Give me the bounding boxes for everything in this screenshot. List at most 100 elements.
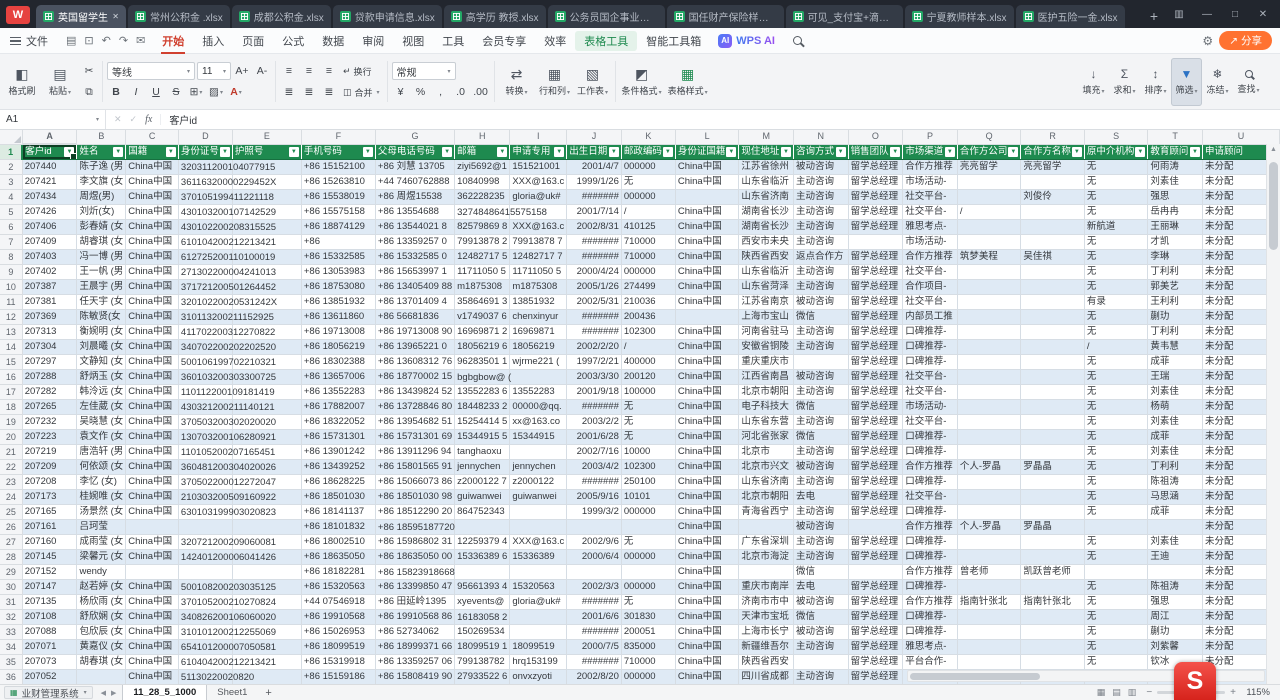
cell-K36[interactable]: 000000 (621, 670, 675, 685)
cell-O34[interactable]: 留学总经理 (848, 640, 903, 655)
cell-B36[interactable] (77, 670, 126, 685)
cell-E26[interactable] (232, 520, 301, 535)
cell-T20[interactable]: 成菲 (1148, 430, 1203, 445)
cell-G36[interactable]: +86 15808419 90 (375, 670, 454, 685)
cell-B4[interactable]: 周煜(男) (77, 190, 126, 205)
sort-button[interactable]: ↕ 排序▾ (1140, 58, 1171, 106)
cell-L23[interactable]: China中国 (675, 475, 739, 490)
cell-H35[interactable]: 799138782 (455, 655, 510, 670)
cell-Q13[interactable] (957, 325, 1021, 340)
row-header-2[interactable]: 2 (0, 160, 22, 175)
cell-C27[interactable]: China中国 (126, 535, 179, 550)
cell-R23[interactable] (1021, 475, 1085, 490)
cell-D20[interactable]: 130703200106280921 (178, 430, 232, 445)
cell-H3[interactable]: 10840998 (455, 175, 510, 190)
cell-C9[interactable]: China中国 (126, 265, 179, 280)
col-header-D[interactable]: D (178, 130, 232, 144)
cell-S11[interactable]: 有录 (1084, 295, 1148, 310)
cell-K6[interactable]: 410125 (621, 220, 675, 235)
cell-T21[interactable]: 刘素佳 (1148, 445, 1203, 460)
cell-B10[interactable]: 王晨宇 (男 (77, 280, 126, 295)
cell-H20[interactable]: 15344915 5 (455, 430, 510, 445)
cell-H15[interactable]: 96283501 1 (455, 355, 510, 370)
cell-K26[interactable] (621, 520, 675, 535)
cell-H29[interactable] (455, 565, 510, 580)
cell-D16[interactable]: 360103200303300725 (178, 370, 232, 385)
cell-F5[interactable]: +86 15575158 (301, 205, 375, 220)
cell-S30[interactable]: 无 (1084, 580, 1148, 595)
cell-T24[interactable]: 马思涵 (1148, 490, 1203, 505)
cell-F9[interactable]: +86 13053983 (301, 265, 375, 280)
cell-T25[interactable]: 成菲 (1148, 505, 1203, 520)
cell-N9[interactable]: 主动咨询 (794, 265, 849, 280)
cell-O30[interactable]: 留学总经理 (848, 580, 903, 595)
cell-N10[interactable]: 主动咨询 (794, 280, 849, 295)
cell-H22[interactable]: jennychen (455, 460, 510, 475)
row-header-20[interactable]: 20 (0, 430, 22, 445)
cell-I25[interactable] (510, 505, 567, 520)
cell-O19[interactable]: 留学总经理 (848, 415, 903, 430)
cell-Q16[interactable] (957, 370, 1021, 385)
row-header-19[interactable]: 19 (0, 415, 22, 430)
cell-R6[interactable] (1021, 220, 1085, 235)
cell-O15[interactable]: 留学总经理 (848, 355, 903, 370)
row-header-6[interactable]: 6 (0, 220, 22, 235)
row-header-24[interactable]: 24 (0, 490, 22, 505)
filter-dropdown-icon[interactable]: ▼ (781, 147, 791, 157)
col-header-G[interactable]: G (375, 130, 454, 144)
zoom-out-button[interactable]: − (1146, 687, 1152, 698)
cell-B23[interactable]: 李忆 (女) (77, 475, 126, 490)
new-tab-button[interactable]: + (1142, 8, 1166, 28)
cell-F8[interactable]: +86 15332585 (301, 250, 375, 265)
cell-D25[interactable]: 630103199903020823 (178, 505, 232, 520)
cell-M10[interactable]: 山东省菏泽 (739, 280, 794, 295)
name-box[interactable]: A1▾ (0, 110, 106, 129)
cell-F13[interactable]: +86 19713008 (301, 325, 375, 340)
cell-B29[interactable]: wendy (77, 565, 126, 580)
print-icon[interactable]: ⊡ (84, 34, 93, 47)
cell-Q28[interactable] (957, 550, 1021, 565)
cell-J5[interactable]: 2001/7/14 (567, 205, 622, 220)
cell-R4[interactable]: 刘俊伶 (1021, 190, 1085, 205)
cell-K15[interactable]: 400000 (621, 355, 675, 370)
vertical-scrollbar[interactable]: ▲ (1266, 144, 1280, 684)
scroll-up-icon[interactable]: ▲ (1267, 146, 1280, 153)
file-tab[interactable]: 贷款申请信息.xlsx (333, 5, 442, 28)
cell-H12[interactable]: v1749037 6 (455, 310, 510, 325)
cell-S10[interactable]: 无 (1084, 280, 1148, 295)
cell-I16[interactable] (510, 370, 567, 385)
header-cell-J1[interactable]: 出生日期▼ (567, 144, 622, 160)
cell-Q11[interactable] (957, 295, 1021, 310)
row-header-36[interactable]: 36 (0, 670, 22, 685)
cell-S23[interactable]: 无 (1084, 475, 1148, 490)
cell-C23[interactable]: China中国 (126, 475, 179, 490)
cell-S12[interactable]: 无 (1084, 310, 1148, 325)
cell-Q15[interactable] (957, 355, 1021, 370)
next-sheet-icon[interactable]: ▶ (111, 689, 116, 697)
cell-L2[interactable]: China中国 (675, 160, 739, 175)
cell-H17[interactable]: 13552283 6 (455, 385, 510, 400)
align-bottom-icon[interactable]: ≡ (320, 62, 338, 80)
cell-R3[interactable] (1021, 175, 1085, 190)
cell-B16[interactable]: 舒炳玉 (女 (77, 370, 126, 385)
cell-O21[interactable]: 留学总经理 (848, 445, 903, 460)
cell-L15[interactable]: China中国 (675, 355, 739, 370)
cell-T29[interactable] (1148, 565, 1203, 580)
cell-P22[interactable]: 合作方推荐 (903, 460, 958, 475)
cell-N35[interactable] (794, 655, 849, 670)
cell-B18[interactable]: 左佳葳 (女 (77, 400, 126, 415)
cell-O4[interactable]: 留学总经理 (848, 190, 903, 205)
cell-I4[interactable]: gloria@uk# (510, 190, 567, 205)
cell-C15[interactable]: China中国 (126, 355, 179, 370)
cell-R17[interactable] (1021, 385, 1085, 400)
cell-O32[interactable]: 留学总经理 (848, 610, 903, 625)
cell-F19[interactable]: +86 18322052 (301, 415, 375, 430)
header-cell-K1[interactable]: 邮政编码▼ (621, 144, 675, 160)
cell-T7[interactable]: 才凯 (1148, 235, 1203, 250)
cell-C16[interactable]: China中国 (126, 370, 179, 385)
cell-I18[interactable]: 00000@qq. (510, 400, 567, 415)
cell-P14[interactable]: 口碑推荐- (903, 340, 958, 355)
number-format-select[interactable]: 常规▾ (392, 62, 456, 80)
menu-item-工具[interactable]: 工具 (433, 28, 473, 54)
row-header-13[interactable]: 13 (0, 325, 22, 340)
